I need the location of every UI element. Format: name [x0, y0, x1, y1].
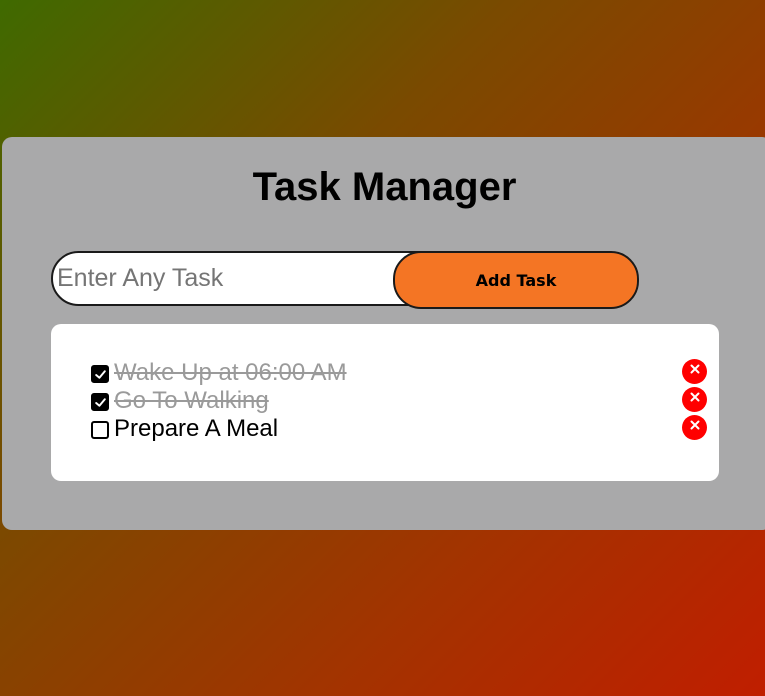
close-icon: [690, 420, 699, 430]
task-manager-card: Task Manager Add Task Wake Up at 06:00 A…: [2, 137, 765, 530]
delete-task-button[interactable]: [682, 387, 707, 412]
task-text: Prepare A Meal: [114, 415, 279, 442]
task-text: Go To Walking: [114, 387, 269, 414]
delete-task-button[interactable]: [682, 415, 707, 440]
close-icon: [690, 392, 699, 402]
page-title: Task Manager: [252, 165, 517, 209]
add-task-row: Add Task: [51, 251, 639, 309]
task-checkbox[interactable]: [91, 393, 109, 411]
check-icon: [94, 369, 106, 379]
task-checkbox[interactable]: [91, 421, 109, 439]
close-icon: [690, 364, 699, 374]
list-item: Prepare A Meal: [91, 415, 707, 443]
check-icon: [94, 397, 106, 407]
task-text: Wake Up at 06:00 AM: [114, 359, 347, 386]
task-checkbox[interactable]: [91, 365, 109, 383]
add-task-button[interactable]: Add Task: [393, 251, 639, 309]
task-list: Wake Up at 06:00 AM Go To Walking Prepar…: [51, 324, 719, 481]
delete-task-button[interactable]: [682, 359, 707, 384]
list-item: Go To Walking: [91, 387, 707, 415]
list-item: Wake Up at 06:00 AM: [91, 359, 707, 387]
